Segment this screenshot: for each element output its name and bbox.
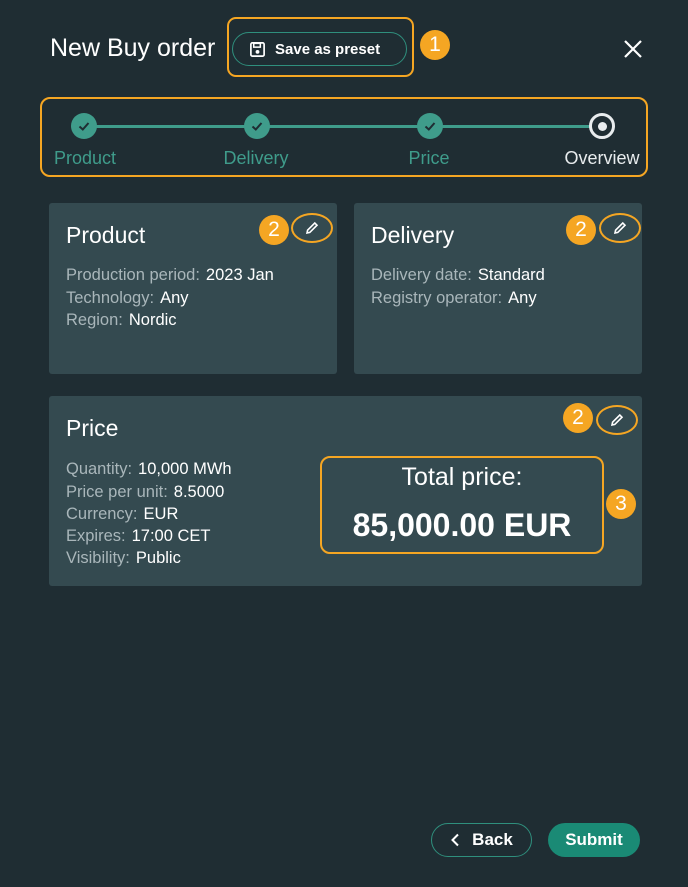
step-label-product[interactable]: Product bbox=[50, 148, 120, 169]
step-overview-current-icon bbox=[589, 113, 615, 139]
pencil-icon bbox=[613, 221, 627, 235]
total-price-value: 85,000.00 EUR bbox=[352, 507, 572, 543]
pencil-icon bbox=[305, 221, 319, 235]
submit-label: Submit bbox=[565, 830, 623, 849]
product-card-title: Product bbox=[66, 222, 146, 248]
price-row: Price per unit: 8.5000 bbox=[66, 483, 225, 501]
delivery-row: Registry operator: Any bbox=[371, 289, 537, 307]
price-row: Expires: 17:00 CET bbox=[66, 527, 211, 545]
price-row: Quantity: 10,000 MWh bbox=[66, 460, 232, 478]
pencil-icon bbox=[610, 413, 624, 427]
annotation-badge-2: 2 bbox=[563, 403, 593, 433]
step-label-price[interactable]: Price bbox=[400, 148, 458, 169]
page-title: New Buy order bbox=[50, 34, 216, 62]
step-delivery-check-icon[interactable] bbox=[244, 113, 270, 139]
edit-product-button[interactable] bbox=[291, 213, 333, 243]
save-icon bbox=[250, 41, 265, 57]
annotation-badge-3: 3 bbox=[606, 489, 636, 519]
step-price-check-icon[interactable] bbox=[417, 113, 443, 139]
step-label-overview: Overview bbox=[564, 148, 640, 168]
step-label-delivery[interactable]: Delivery bbox=[218, 148, 294, 169]
back-label: Back bbox=[472, 830, 513, 849]
total-price-box: Total price: 85,000.00 EUR bbox=[320, 456, 604, 554]
close-icon[interactable] bbox=[622, 38, 644, 60]
stepper-highlight bbox=[40, 97, 648, 177]
delivery-card-title: Delivery bbox=[371, 222, 455, 248]
edit-price-button[interactable] bbox=[596, 405, 638, 435]
annotation-badge-2: 2 bbox=[259, 215, 289, 245]
save-as-preset-label: Save as preset bbox=[275, 40, 381, 58]
save-as-preset-button[interactable]: Save as preset bbox=[232, 32, 407, 66]
price-card-title: Price bbox=[66, 415, 119, 441]
delivery-row: Delivery date: Standard bbox=[371, 266, 545, 284]
price-row: Currency: EUR bbox=[66, 505, 179, 523]
back-button[interactable]: Back bbox=[431, 823, 532, 857]
annotation-badge-2: 2 bbox=[566, 215, 596, 245]
chevron-left-icon bbox=[451, 833, 459, 847]
total-price-label: Total price: bbox=[401, 463, 523, 491]
submit-button[interactable]: Submit bbox=[548, 823, 640, 857]
annotation-badge-1: 1 bbox=[420, 30, 450, 60]
product-row: Region: Nordic bbox=[66, 311, 177, 329]
edit-delivery-button[interactable] bbox=[599, 213, 641, 243]
stepper-track bbox=[84, 125, 602, 128]
product-row: Technology: Any bbox=[66, 289, 189, 307]
product-row: Production period: 2023 Jan bbox=[66, 266, 274, 284]
price-row: Visibility: Public bbox=[66, 549, 181, 567]
step-product-check-icon[interactable] bbox=[71, 113, 97, 139]
